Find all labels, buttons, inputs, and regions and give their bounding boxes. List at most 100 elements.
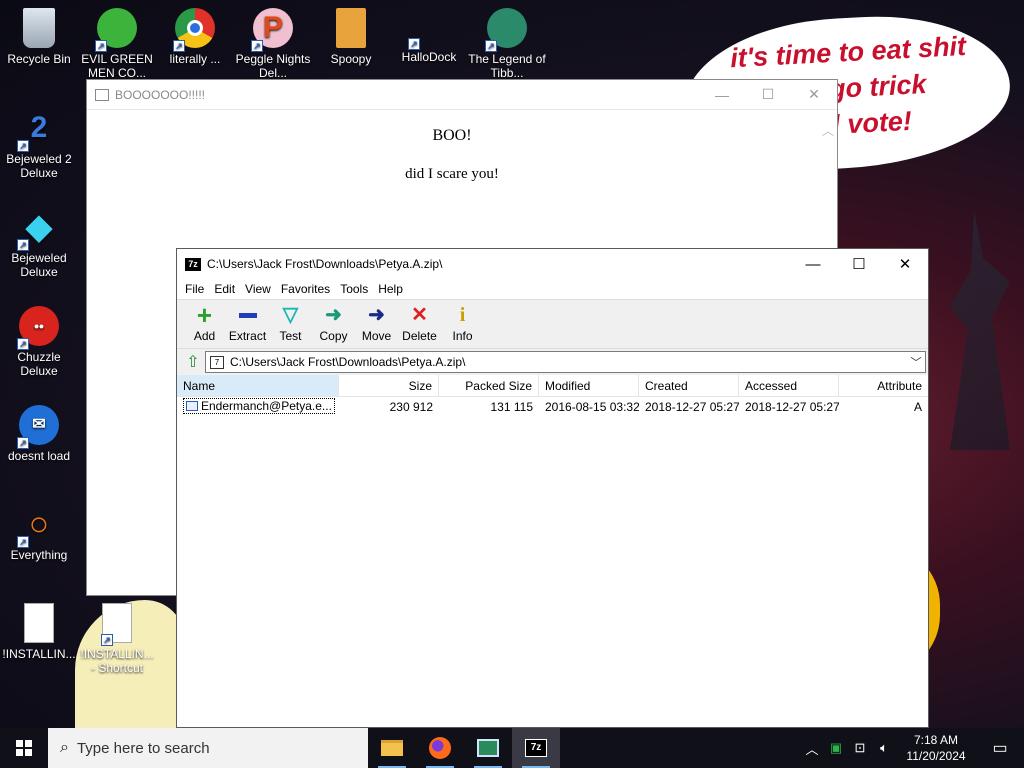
info-icon: i: [459, 304, 466, 326]
desktop-icon-doesnt-load[interactable]: ✉ ↗ doesnt load: [0, 405, 78, 463]
file-packed-size: 131 115: [490, 400, 534, 414]
info-button[interactable]: i Info: [441, 300, 484, 343]
scroll-up-icon[interactable]: ︿: [819, 110, 837, 139]
move-button[interactable]: ➜ Move: [355, 300, 398, 343]
column-header-attribute[interactable]: Attribute: [839, 375, 928, 396]
column-header-created[interactable]: Created: [639, 375, 739, 396]
address-input[interactable]: 7 C:\Users\Jack Frost\Downloads\Petya.A.…: [205, 351, 926, 373]
network-icon[interactable]: ⊡: [848, 740, 872, 756]
chevron-down-icon[interactable]: ﹀: [907, 354, 925, 370]
desktop-icon-legend-of-tibb[interactable]: ↗ The Legend of Tibb...: [468, 8, 546, 80]
folder-icon: [336, 8, 366, 48]
7zip-app-icon: 7z: [525, 739, 547, 757]
7zip-titlebar[interactable]: 7z C:\Users\Jack Frost\Downloads\Petya.A…: [177, 249, 928, 279]
peggle-icon: P ↗: [251, 8, 293, 52]
copy-arrow-icon: ➜: [325, 304, 342, 326]
taskbar-firefox[interactable]: [416, 728, 464, 768]
test-button[interactable]: ▽ Test: [269, 300, 312, 343]
close-icon[interactable]: ✕: [791, 80, 837, 110]
volume-icon[interactable]: 🔈︎: [872, 740, 896, 756]
7zip-window-title: C:\Users\Jack Frost\Downloads\Petya.A.zi…: [207, 257, 443, 271]
desktop-icon-hallodock[interactable]: ↗ HalloDock: [390, 8, 468, 64]
search-icon: ⌕: [60, 739, 69, 756]
maximize-icon[interactable]: ☐: [836, 249, 882, 279]
desktop-icon-everything[interactable]: ○ ↗ Everything: [0, 504, 78, 562]
taskbar-search[interactable]: ⌕ Type here to search: [48, 728, 368, 768]
move-label: Move: [361, 329, 392, 343]
desktop-icon-label: The Legend of Tibb...: [468, 52, 546, 80]
list-header: Name Size Packed Size Modified Created A…: [177, 375, 928, 397]
7zip-window[interactable]: 7z C:\Users\Jack Frost\Downloads\Petya.A…: [176, 248, 929, 728]
menu-help[interactable]: Help: [374, 282, 409, 296]
thunderbird-icon: ✉ ↗: [17, 405, 59, 449]
clock[interactable]: 7:18 AM 11/20/2024: [896, 732, 976, 764]
test-label: Test: [279, 329, 302, 343]
column-header-accessed[interactable]: Accessed: [739, 375, 839, 396]
windows-logo-icon: ↗: [408, 8, 448, 50]
start-button[interactable]: [0, 728, 48, 768]
desktop-icon-spoopy[interactable]: Spoopy: [312, 8, 390, 66]
table-row[interactable]: Endermanch@Petya.e... 230 912 131 115 20…: [177, 397, 928, 417]
notification-icon[interactable]: ▭: [976, 738, 1024, 758]
desktop-icon-installing[interactable]: !INSTALLIN...: [0, 603, 78, 661]
file-attribute: A: [913, 400, 922, 414]
delete-button[interactable]: ✕ Delete: [398, 300, 441, 343]
menu-view[interactable]: View: [241, 282, 277, 296]
desktop-icon-bejeweled-2[interactable]: 2 ↗ Bejeweled 2 Deluxe: [0, 108, 78, 181]
clock-time: 7:18 AM: [913, 733, 959, 747]
menu-favorites[interactable]: Favorites: [277, 282, 336, 296]
info-label: Info: [452, 329, 473, 343]
file-name-cell[interactable]: Endermanch@Petya.e...: [183, 398, 335, 414]
file-modified: 2016-08-15 03:32: [545, 400, 639, 414]
minimize-icon[interactable]: —: [790, 249, 836, 279]
boo-window-title: BOOOOOOO!!!!!: [115, 87, 206, 102]
security-icon[interactable]: ▣: [824, 740, 848, 756]
system-tray: ︿ ▣ ⊡ 🔈︎ 7:18 AM 11/20/2024 ▭: [800, 728, 1024, 768]
desktop-icon-installing-shortcut[interactable]: ↗ !INSTALLIN... - Shortcut: [78, 603, 156, 675]
column-header-name[interactable]: Name: [177, 375, 339, 396]
boo-subtext: did I scare you!: [405, 166, 499, 182]
desktop-icon-recycle-bin[interactable]: Recycle Bin: [0, 8, 78, 66]
taskbar-window-app[interactable]: [464, 728, 512, 768]
desktop-icon-literally[interactable]: ↗ literally ...: [156, 8, 234, 66]
desktop-icon-label: Chuzzle Deluxe: [17, 350, 61, 378]
column-header-size[interactable]: Size: [339, 375, 439, 396]
minimize-icon[interactable]: —: [699, 80, 745, 110]
desktop-icon-bejeweled[interactable]: ◆ ↗ Bejeweled Deluxe: [0, 207, 78, 279]
chevron-up-icon[interactable]: ︿: [800, 739, 824, 758]
column-header-packed-size[interactable]: Packed Size: [439, 375, 539, 396]
desktop-icon-label: !INSTALLIN... - Shortcut: [80, 647, 154, 675]
taskbar-7zip[interactable]: 7z: [512, 728, 560, 768]
desktop-icon-label: Recycle Bin: [7, 52, 71, 66]
taskbar: ⌕ Type here to search 7z ︿ ▣ ⊡ 🔈︎ 7:18 A…: [0, 728, 1024, 768]
chuzzle-icon: •• ↗: [17, 306, 59, 350]
toolbar: + Add Extract ▽ Test ➜ Copy ➜ Move ✕ Del…: [177, 299, 928, 349]
desktop-icon-evil-green-men[interactable]: ↗ EVIL GREEN MEN CO...: [78, 8, 156, 80]
extract-button[interactable]: Extract: [226, 300, 269, 343]
desktop-icon-label: Bejeweled Deluxe: [11, 251, 67, 279]
column-header-modified[interactable]: Modified: [539, 375, 639, 396]
menu-edit[interactable]: Edit: [210, 282, 241, 296]
wallpaper-tree: [950, 210, 1010, 450]
taskbar-file-explorer[interactable]: [368, 728, 416, 768]
folder-up-icon[interactable]: ⇧: [181, 351, 205, 373]
desktop-icon-peggle[interactable]: P ↗ Peggle Nights Del...: [234, 8, 312, 80]
check-icon: ▽: [282, 304, 299, 326]
file-created: 2018-12-27 05:27: [645, 400, 739, 414]
copy-label: Copy: [319, 329, 348, 343]
maximize-icon[interactable]: ☐: [745, 80, 791, 110]
window-app-icon: [95, 88, 109, 101]
add-label: Add: [193, 329, 216, 343]
close-icon[interactable]: ✕: [882, 249, 928, 279]
extract-label: Extract: [228, 329, 267, 343]
file-list[interactable]: Name Size Packed Size Modified Created A…: [177, 375, 928, 725]
boo-titlebar[interactable]: BOOOOOOO!!!!! — ☐ ✕: [87, 80, 837, 110]
folder-icon: [381, 740, 403, 756]
menu-file[interactable]: File: [181, 282, 210, 296]
menu-tools[interactable]: Tools: [336, 282, 374, 296]
copy-button[interactable]: ➜ Copy: [312, 300, 355, 343]
desktop-icon-chuzzle[interactable]: •• ↗ Chuzzle Deluxe: [0, 306, 78, 378]
evil-green-men-icon: ↗: [95, 8, 137, 52]
7zip-app-icon: 7z: [185, 257, 201, 271]
add-button[interactable]: + Add: [183, 300, 226, 343]
